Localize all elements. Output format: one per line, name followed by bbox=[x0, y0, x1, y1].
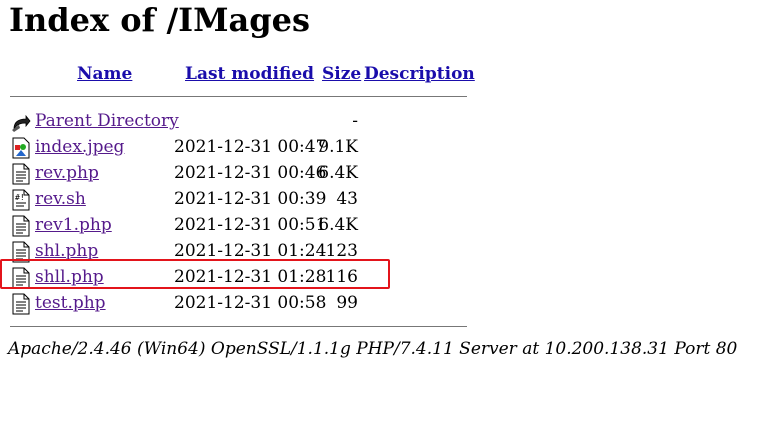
parent-directory-icon bbox=[11, 111, 31, 133]
server-signature: Apache/2.4.46 (Win64) OpenSSL/1.1.1g PHP… bbox=[8, 339, 738, 359]
sort-by-name-link[interactable]: Name bbox=[77, 64, 132, 84]
entry-modified: 2021-12-31 00:47 bbox=[174, 137, 327, 157]
footer-divider bbox=[10, 326, 467, 327]
sort-by-size-link[interactable]: Size bbox=[322, 64, 361, 84]
entry-link[interactable]: index.jpeg bbox=[35, 136, 124, 158]
column-header-size: Size bbox=[322, 63, 361, 85]
image-file-icon bbox=[11, 137, 31, 159]
entry-modified: 2021-12-31 00:51 bbox=[174, 215, 327, 235]
text-file-icon bbox=[11, 163, 31, 185]
text-file-icon bbox=[11, 215, 31, 237]
entry-link[interactable]: rev.php bbox=[35, 162, 99, 184]
entry-modified: 2021-12-31 00:58 bbox=[174, 293, 327, 313]
list-item: rev1.php 2021-12-31 00:51 6.4K bbox=[0, 213, 470, 239]
entry-size: 6.4K bbox=[318, 163, 358, 183]
script-file-icon: #! bbox=[11, 189, 31, 211]
entry-size: 43 bbox=[336, 189, 358, 209]
sort-by-description-link[interactable]: Description bbox=[364, 64, 475, 84]
entry-size: 99 bbox=[336, 293, 358, 313]
entry-modified: 2021-12-31 00:39 bbox=[174, 189, 327, 209]
entry-size: - bbox=[352, 111, 358, 131]
entry-size: 6.4K bbox=[318, 215, 358, 235]
text-file-icon bbox=[11, 293, 31, 315]
column-header-last-modified: Last modified bbox=[185, 63, 314, 85]
list-item: #! rev.sh 2021-12-31 00:39 43 bbox=[0, 187, 470, 213]
entry-link[interactable]: rev.sh bbox=[35, 188, 86, 210]
column-header-description: Description bbox=[364, 63, 475, 85]
entry-link-parent-directory[interactable]: Parent Directory bbox=[35, 110, 179, 132]
list-item: test.php 2021-12-31 00:58 99 bbox=[0, 291, 470, 317]
entry-size: 9.1K bbox=[318, 137, 358, 157]
page-title: Index of /IMages bbox=[9, 1, 310, 39]
header-divider bbox=[10, 96, 467, 97]
list-item: rev.php 2021-12-31 00:46 6.4K bbox=[0, 161, 470, 187]
list-item: Parent Directory - bbox=[0, 109, 470, 135]
directory-listing-page: Index of /IMages Name Last modified Size… bbox=[0, 0, 775, 439]
svg-text:#!: #! bbox=[15, 193, 25, 202]
entry-link[interactable]: test.php bbox=[35, 292, 106, 314]
entry-link[interactable]: rev1.php bbox=[35, 214, 112, 236]
entry-modified: 2021-12-31 00:46 bbox=[174, 163, 327, 183]
column-header-name: Name bbox=[77, 63, 132, 85]
highlight-box bbox=[0, 259, 390, 289]
list-item: index.jpeg 2021-12-31 00:47 9.1K bbox=[0, 135, 470, 161]
sort-by-last-modified-link[interactable]: Last modified bbox=[185, 64, 314, 84]
